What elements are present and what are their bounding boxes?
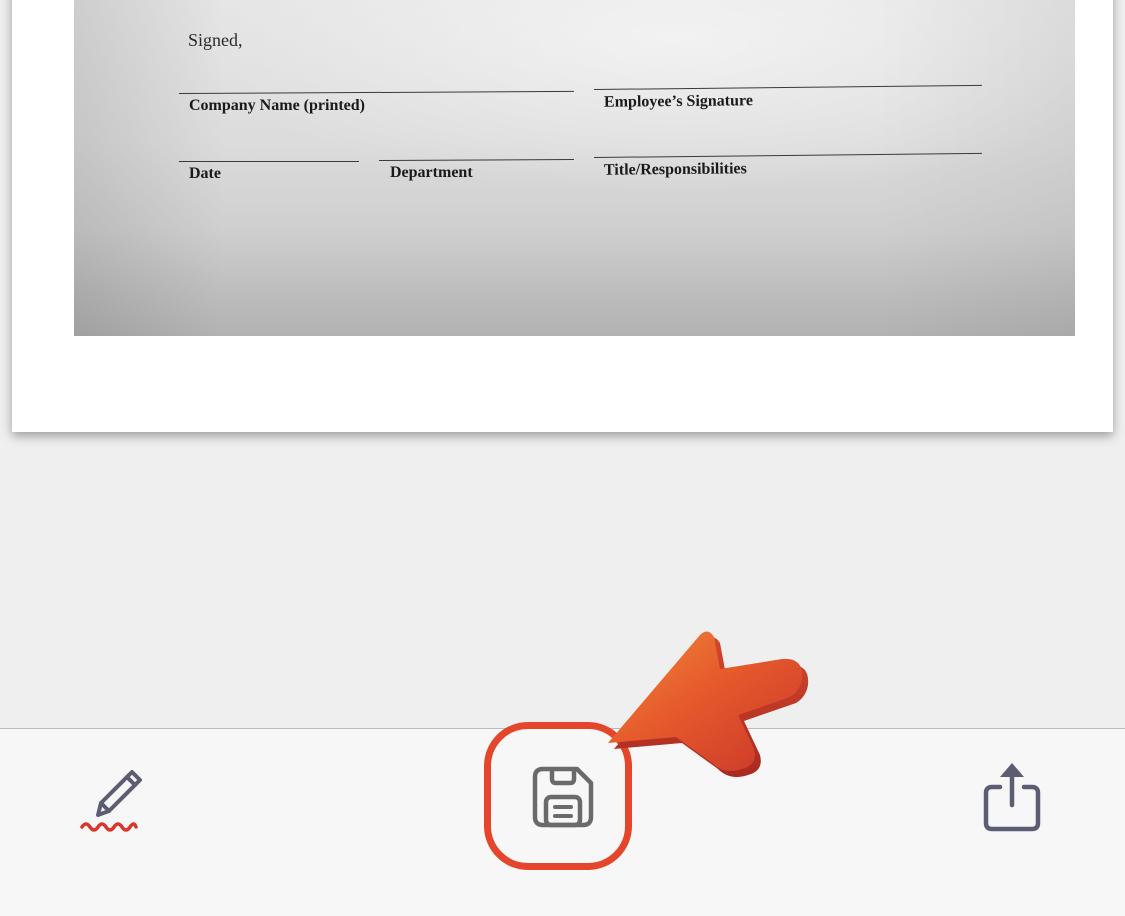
floppy-disk-save-icon	[532, 766, 594, 828]
document-preview-screen: Signed, Company Name (printed) Employee’…	[0, 0, 1125, 916]
company-name-line	[178, 90, 574, 94]
title-responsibilities-label: Title/Responsibilities	[603, 160, 747, 179]
bottom-toolbar	[0, 728, 1125, 916]
department-line	[378, 158, 574, 161]
share-upload-icon	[983, 763, 1041, 832]
company-name-label: Company Name (printed)	[189, 97, 365, 114]
department-label: Department	[390, 164, 473, 181]
employee-signature-line	[593, 84, 982, 90]
signed-text: Signed,	[188, 30, 243, 50]
date-line	[179, 161, 359, 162]
date-label: Date	[189, 165, 221, 182]
page-card: Signed, Company Name (printed) Employee’…	[12, 0, 1113, 432]
save-button[interactable]	[523, 757, 603, 837]
signature-button[interactable]	[72, 759, 156, 833]
title-responsibilities-line	[593, 152, 982, 158]
scanned-document-image: Signed, Company Name (printed) Employee’…	[74, 0, 1075, 336]
employee-signature-label: Employee’s Signature	[603, 92, 753, 111]
pencil-signature-icon	[80, 770, 142, 832]
share-button[interactable]	[970, 755, 1054, 839]
